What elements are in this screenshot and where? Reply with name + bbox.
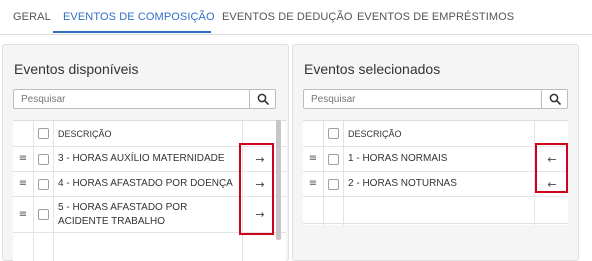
header-description: DESCRIÇÃO	[348, 128, 402, 139]
tab-eventos-deducao[interactable]: EVENTOS DE DEDUÇÃO	[222, 11, 353, 23]
arrow-left-icon[interactable]: ←	[547, 154, 556, 165]
drag-handle-icon[interactable]: ≡	[19, 154, 27, 164]
available-events-table: DESCRIÇÃO ≡ 3 - HORAS AUXÍLIO MATERNIDAD…	[13, 120, 286, 261]
select-all-checkbox[interactable]	[327, 128, 339, 139]
selected-events-table: DESCRIÇÃO ≡ 1 - HORAS NORMAIS ← ≡ 2 - HO…	[303, 120, 568, 225]
row-checkbox[interactable]	[327, 178, 339, 190]
arrow-right-icon[interactable]: →	[255, 209, 264, 220]
event-description: 5 - HORAS AFASTADO POR ACIDENTE TRABALHO	[58, 201, 188, 227]
select-all-checkbox[interactable]	[37, 128, 49, 139]
available-events-title: Eventos disponíveis	[14, 61, 139, 77]
divider	[303, 223, 568, 224]
arrow-left-icon[interactable]: ←	[547, 179, 556, 190]
row-checkbox[interactable]	[37, 153, 49, 165]
header-check-cell	[33, 121, 54, 146]
header-handle-cell	[303, 121, 324, 146]
tab-eventos-emprestimos[interactable]: EVENTOS DE EMPRÉSTIMOS	[357, 11, 514, 23]
event-description: 4 - HORAS AFASTADO POR DOENÇA	[58, 178, 233, 189]
tab-eventos-composicao[interactable]: EVENTOS DE COMPOSIÇÃO	[63, 11, 215, 23]
tab-geral[interactable]: GERAL	[13, 11, 51, 23]
available-events-search-input[interactable]	[14, 90, 250, 108]
table-header-row: DESCRIÇÃO	[303, 121, 568, 147]
event-description: 1 - HORAS NORMAIS	[348, 153, 448, 164]
header-action-cell	[534, 121, 569, 146]
table-empty-area	[303, 197, 568, 225]
available-events-search-button[interactable]	[249, 90, 275, 108]
table-row	[13, 233, 286, 261]
available-events-panel: Eventos disponíveis DESCRIÇÃO ≡ 3 - HORA…	[2, 44, 289, 261]
row-checkbox[interactable]	[37, 178, 49, 190]
active-tab-indicator	[53, 31, 211, 33]
table-row: ≡ 5 - HORAS AFASTADO POR ACIDENTE TRABAL…	[13, 197, 286, 233]
table-row: ≡ 2 - HORAS NOTURNAS ←	[303, 172, 568, 197]
search-icon	[549, 93, 561, 105]
selected-events-search	[303, 89, 568, 109]
header-description: DESCRIÇÃO	[58, 128, 112, 139]
tab-bar: GERAL EVENTOS DE COMPOSIÇÃO EVENTOS DE D…	[0, 0, 592, 35]
arrow-right-icon[interactable]: →	[255, 179, 264, 190]
row-checkbox[interactable]	[327, 153, 339, 165]
drag-handle-icon[interactable]: ≡	[19, 179, 27, 189]
drag-handle-icon[interactable]: ≡	[309, 179, 317, 189]
header-handle-cell	[13, 121, 34, 146]
arrow-right-icon[interactable]: →	[255, 154, 264, 165]
selected-events-panel: Eventos selecionados DESCRIÇÃO ≡ 1 - HOR…	[292, 44, 579, 261]
table-row: ≡ 3 - HORAS AUXÍLIO MATERNIDADE →	[13, 147, 286, 172]
event-description: 3 - HORAS AUXÍLIO MATERNIDADE	[58, 153, 225, 164]
table-scrollbar[interactable]	[276, 120, 281, 240]
available-events-search	[13, 89, 276, 109]
table-row: ≡ 4 - HORAS AFASTADO POR DOENÇA →	[13, 172, 286, 197]
header-check-cell	[323, 121, 344, 146]
drag-handle-icon[interactable]: ≡	[309, 154, 317, 164]
table-row: ≡ 1 - HORAS NORMAIS ←	[303, 147, 568, 172]
event-description: 2 - HORAS NOTURNAS	[348, 178, 457, 189]
header-action-cell	[242, 121, 277, 146]
search-icon	[257, 93, 269, 105]
selected-events-search-input[interactable]	[304, 90, 542, 108]
selected-events-search-button[interactable]	[541, 90, 567, 108]
row-checkbox[interactable]	[37, 209, 49, 220]
drag-handle-icon[interactable]: ≡	[19, 209, 27, 220]
selected-events-title: Eventos selecionados	[304, 61, 441, 77]
table-header-row: DESCRIÇÃO	[13, 121, 286, 147]
